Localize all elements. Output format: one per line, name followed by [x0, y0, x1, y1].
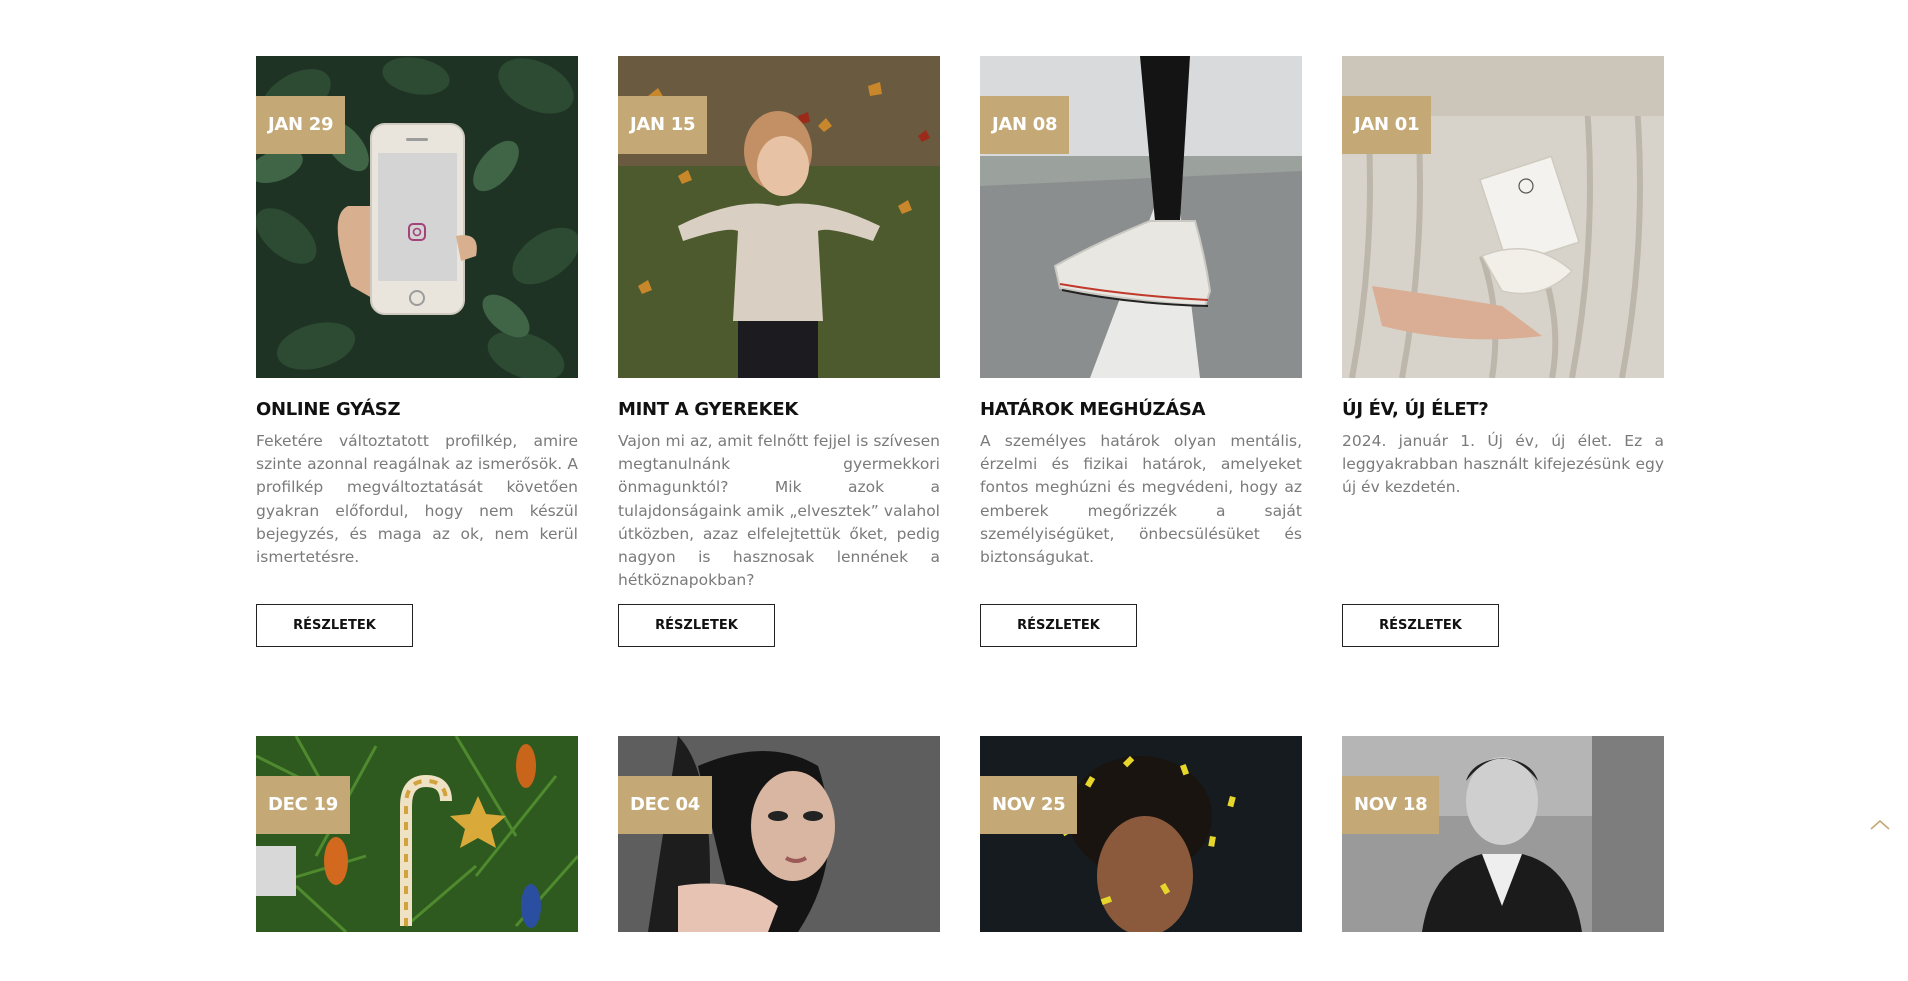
post-date-badge: JAN 01 — [1342, 96, 1432, 154]
post-title[interactable]: ONLINE GYÁSZ — [256, 398, 578, 422]
post-excerpt: Vajon mi az, amit felnőtt fejjel is szív… — [618, 432, 940, 590]
post-date-badge: JAN 08 — [980, 96, 1070, 154]
blog-card-hatarok-meghuzasa: JAN 08 HATÁROK MEGHÚZÁSA A személyes hat… — [980, 56, 1302, 647]
blog-grid-row-2: DEC 19 DEC 04 NOV 25 NOV 18 — [256, 736, 1664, 932]
post-excerpt: 2024. január 1. Új év, új élet. Ez a leg… — [1342, 432, 1664, 497]
post-image-man-portrait[interactable]: NOV 18 — [1342, 736, 1664, 932]
post-excerpt: A személyes határok olyan mentális, érze… — [980, 432, 1302, 567]
post-image-girl-leaves[interactable]: JAN 15 — [618, 56, 940, 378]
post-image-dress-card[interactable]: JAN 01 — [1342, 56, 1664, 378]
post-image-road-shoe[interactable]: JAN 08 — [980, 56, 1302, 378]
blog-card-nov-18: NOV 18 — [1342, 736, 1664, 932]
post-image-phone[interactable]: JAN 29 — [256, 56, 578, 378]
blog-card-online-gyasz: JAN 29 ONLINE GYÁSZ Feketére változtatot… — [256, 56, 578, 647]
post-date-badge: NOV 18 — [1342, 776, 1440, 834]
post-image-confetti-portrait[interactable]: NOV 25 — [980, 736, 1302, 932]
details-button[interactable]: RÉSZLETEK — [618, 604, 775, 647]
details-button[interactable]: RÉSZLETEK — [980, 604, 1137, 647]
post-date-badge: JAN 29 — [256, 96, 346, 154]
post-date-badge: DEC 04 — [618, 776, 712, 834]
post-image-christmas-tree[interactable]: DEC 19 — [256, 736, 578, 932]
scroll-to-top-button[interactable] — [1868, 813, 1892, 837]
post-date-badge: DEC 19 — [256, 776, 350, 834]
details-button[interactable]: RÉSZLETEK — [256, 604, 413, 647]
blog-card-uj-ev-uj-elet: JAN 01 ÚJ ÉV, ÚJ ÉLET? 2024. január 1. Ú… — [1342, 56, 1664, 647]
post-excerpt: Feketére változtatott profilkép, amire s… — [256, 432, 578, 567]
post-date-badge: NOV 25 — [980, 776, 1078, 834]
post-title[interactable]: MINT A GYEREKEK — [618, 398, 940, 422]
blog-card-nov-25: NOV 25 — [980, 736, 1302, 932]
blog-card-dec-04: DEC 04 — [618, 736, 940, 932]
details-button[interactable]: RÉSZLETEK — [1342, 604, 1499, 647]
post-date-badge: JAN 15 — [618, 96, 708, 154]
post-title[interactable]: HATÁROK MEGHÚZÁSA — [980, 398, 1302, 422]
blog-grid: JAN 29 ONLINE GYÁSZ Feketére változtatot… — [256, 56, 1664, 647]
blog-card-dec-19: DEC 19 — [256, 736, 578, 932]
blog-card-mint-a-gyerekek: JAN 15 MINT A GYEREKEK Vajon mi az, amit… — [618, 56, 940, 647]
post-title[interactable]: ÚJ ÉV, ÚJ ÉLET? — [1342, 398, 1664, 422]
post-image-couple[interactable]: DEC 04 — [618, 736, 940, 932]
chevron-up-icon — [1870, 819, 1890, 830]
